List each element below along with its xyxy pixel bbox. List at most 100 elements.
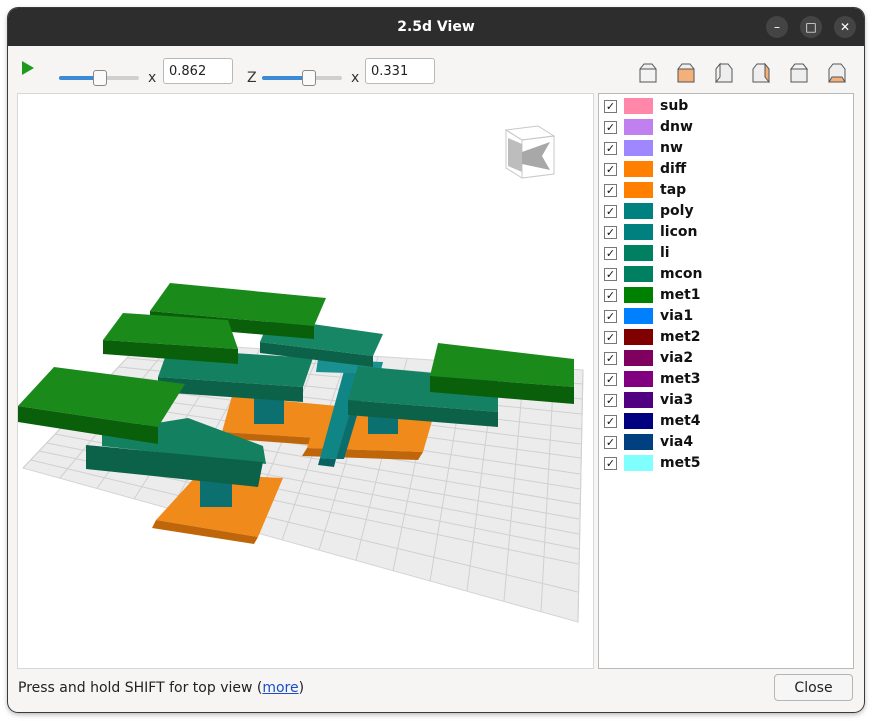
- z-x-label: x: [351, 70, 360, 86]
- layer-color-swatch: [624, 308, 653, 324]
- layer-name: mcon: [660, 266, 703, 282]
- layer-checkbox[interactable]: ✓: [604, 247, 617, 260]
- layer-name: diff: [660, 161, 687, 177]
- layer-item[interactable]: ✓ dnw: [599, 118, 853, 139]
- top-view-icon[interactable]: [789, 62, 809, 84]
- layer-item[interactable]: ✓ poly: [599, 202, 853, 223]
- z-scale-slider[interactable]: [262, 70, 342, 86]
- layer-name: via4: [660, 434, 694, 450]
- layer-checkbox[interactable]: ✓: [604, 331, 617, 344]
- layer-color-swatch: [624, 203, 653, 219]
- layer-color-swatch: [624, 266, 653, 282]
- layer-color-swatch: [624, 245, 653, 261]
- layer-name: nw: [660, 140, 683, 156]
- layer-color-swatch: [624, 182, 653, 198]
- layer-name: poly: [660, 203, 694, 219]
- layer-checkbox[interactable]: ✓: [604, 205, 617, 218]
- back-view-icon[interactable]: [676, 62, 696, 84]
- layer-checkbox[interactable]: ✓: [604, 394, 617, 407]
- layer-item[interactable]: ✓ met2: [599, 328, 853, 349]
- status-text: Press and hold SHIFT for top view (more): [18, 680, 304, 696]
- window-title: 2.5d View: [397, 19, 475, 35]
- layer-color-swatch: [624, 455, 653, 471]
- layer-color-swatch: [624, 350, 653, 366]
- minimize-button[interactable]: –: [766, 16, 788, 38]
- layer-name: dnw: [660, 119, 693, 135]
- layer-color-swatch: [624, 287, 653, 303]
- title-bar[interactable]: 2.5d View – □ ✕: [8, 8, 864, 46]
- layer-item[interactable]: ✓ licon: [599, 223, 853, 244]
- layer-name: met2: [660, 329, 701, 345]
- bottom-view-icon[interactable]: [827, 62, 847, 84]
- play-icon[interactable]: [22, 61, 34, 75]
- layer-item[interactable]: ✓ diff: [599, 160, 853, 181]
- layer-checkbox[interactable]: ✓: [604, 268, 617, 281]
- layer-name: met4: [660, 413, 701, 429]
- layer-name: licon: [660, 224, 698, 240]
- close-window-button[interactable]: ✕: [834, 16, 856, 38]
- layer-color-swatch: [624, 98, 653, 114]
- status-message: Press and hold SHIFT for top view (: [18, 680, 263, 696]
- layer-item[interactable]: ✓ via1: [599, 307, 853, 328]
- layer-item[interactable]: ✓ met5: [599, 454, 853, 475]
- klayout-cube-icon[interactable]: [504, 125, 556, 179]
- layer-item[interactable]: ✓ met4: [599, 412, 853, 433]
- layer-checkbox[interactable]: ✓: [604, 121, 617, 134]
- 3d-viewport[interactable]: [17, 93, 594, 669]
- z-label: Z: [247, 70, 257, 86]
- layer-checkbox[interactable]: ✓: [604, 184, 617, 197]
- layer-name: met5: [660, 455, 701, 471]
- layer-item[interactable]: ✓ mcon: [599, 265, 853, 286]
- front-view-icon[interactable]: [638, 62, 658, 84]
- layer-name: via1: [660, 308, 694, 324]
- toolbar: x Z x: [8, 46, 864, 94]
- layer-checkbox[interactable]: ✓: [604, 142, 617, 155]
- layer-name: met3: [660, 371, 701, 387]
- layer-name: met1: [660, 287, 701, 303]
- right-view-icon[interactable]: [751, 62, 771, 84]
- layer-name: via3: [660, 392, 694, 408]
- layer-checkbox[interactable]: ✓: [604, 163, 617, 176]
- layer-checkbox[interactable]: ✓: [604, 415, 617, 428]
- x-scale-slider[interactable]: [59, 70, 139, 86]
- layer-list[interactable]: ✓ sub ✓ dnw ✓ nw ✓ diff ✓ tap ✓ poly ✓ licon ✓ li ✓ mcon ✓…: [598, 93, 854, 669]
- layer-item[interactable]: ✓ sub: [599, 97, 853, 118]
- x-scale-input[interactable]: [163, 58, 233, 84]
- z-scale-input[interactable]: [365, 58, 435, 84]
- layer-item[interactable]: ✓ via3: [599, 391, 853, 412]
- z-scale-slider-handle[interactable]: [302, 70, 317, 86]
- layer-checkbox[interactable]: ✓: [604, 436, 617, 449]
- layer-color-swatch: [624, 392, 653, 408]
- layout-scene[interactable]: [18, 94, 593, 668]
- layer-color-swatch: [624, 413, 653, 429]
- layer-color-swatch: [624, 119, 653, 135]
- layer-color-swatch: [624, 371, 653, 387]
- layer-item[interactable]: ✓ met3: [599, 370, 853, 391]
- layer-checkbox[interactable]: ✓: [604, 289, 617, 302]
- close-button[interactable]: Close: [774, 674, 853, 701]
- window: 2.5d View – □ ✕ x Z x: [8, 8, 864, 712]
- x-label: x: [148, 70, 157, 86]
- layer-name: via2: [660, 350, 694, 366]
- layer-item[interactable]: ✓ tap: [599, 181, 853, 202]
- layer-item[interactable]: ✓ met1: [599, 286, 853, 307]
- left-view-icon[interactable]: [714, 62, 734, 84]
- layer-item[interactable]: ✓ via2: [599, 349, 853, 370]
- status-suffix: ): [298, 680, 305, 696]
- layer-checkbox[interactable]: ✓: [604, 310, 617, 323]
- layer-color-swatch: [624, 329, 653, 345]
- layer-checkbox[interactable]: ✓: [604, 373, 617, 386]
- layer-item[interactable]: ✓ nw: [599, 139, 853, 160]
- maximize-button[interactable]: □: [800, 16, 822, 38]
- layer-checkbox[interactable]: ✓: [604, 457, 617, 470]
- layer-item[interactable]: ✓ via4: [599, 433, 853, 454]
- layer-color-swatch: [624, 161, 653, 177]
- layer-checkbox[interactable]: ✓: [604, 226, 617, 239]
- layer-checkbox[interactable]: ✓: [604, 352, 617, 365]
- x-scale-slider-handle[interactable]: [93, 70, 107, 86]
- layer-checkbox[interactable]: ✓: [604, 100, 617, 113]
- layer-name: li: [660, 245, 670, 261]
- more-link[interactable]: more: [262, 680, 298, 696]
- layer-item[interactable]: ✓ li: [599, 244, 853, 265]
- layer-color-swatch: [624, 140, 653, 156]
